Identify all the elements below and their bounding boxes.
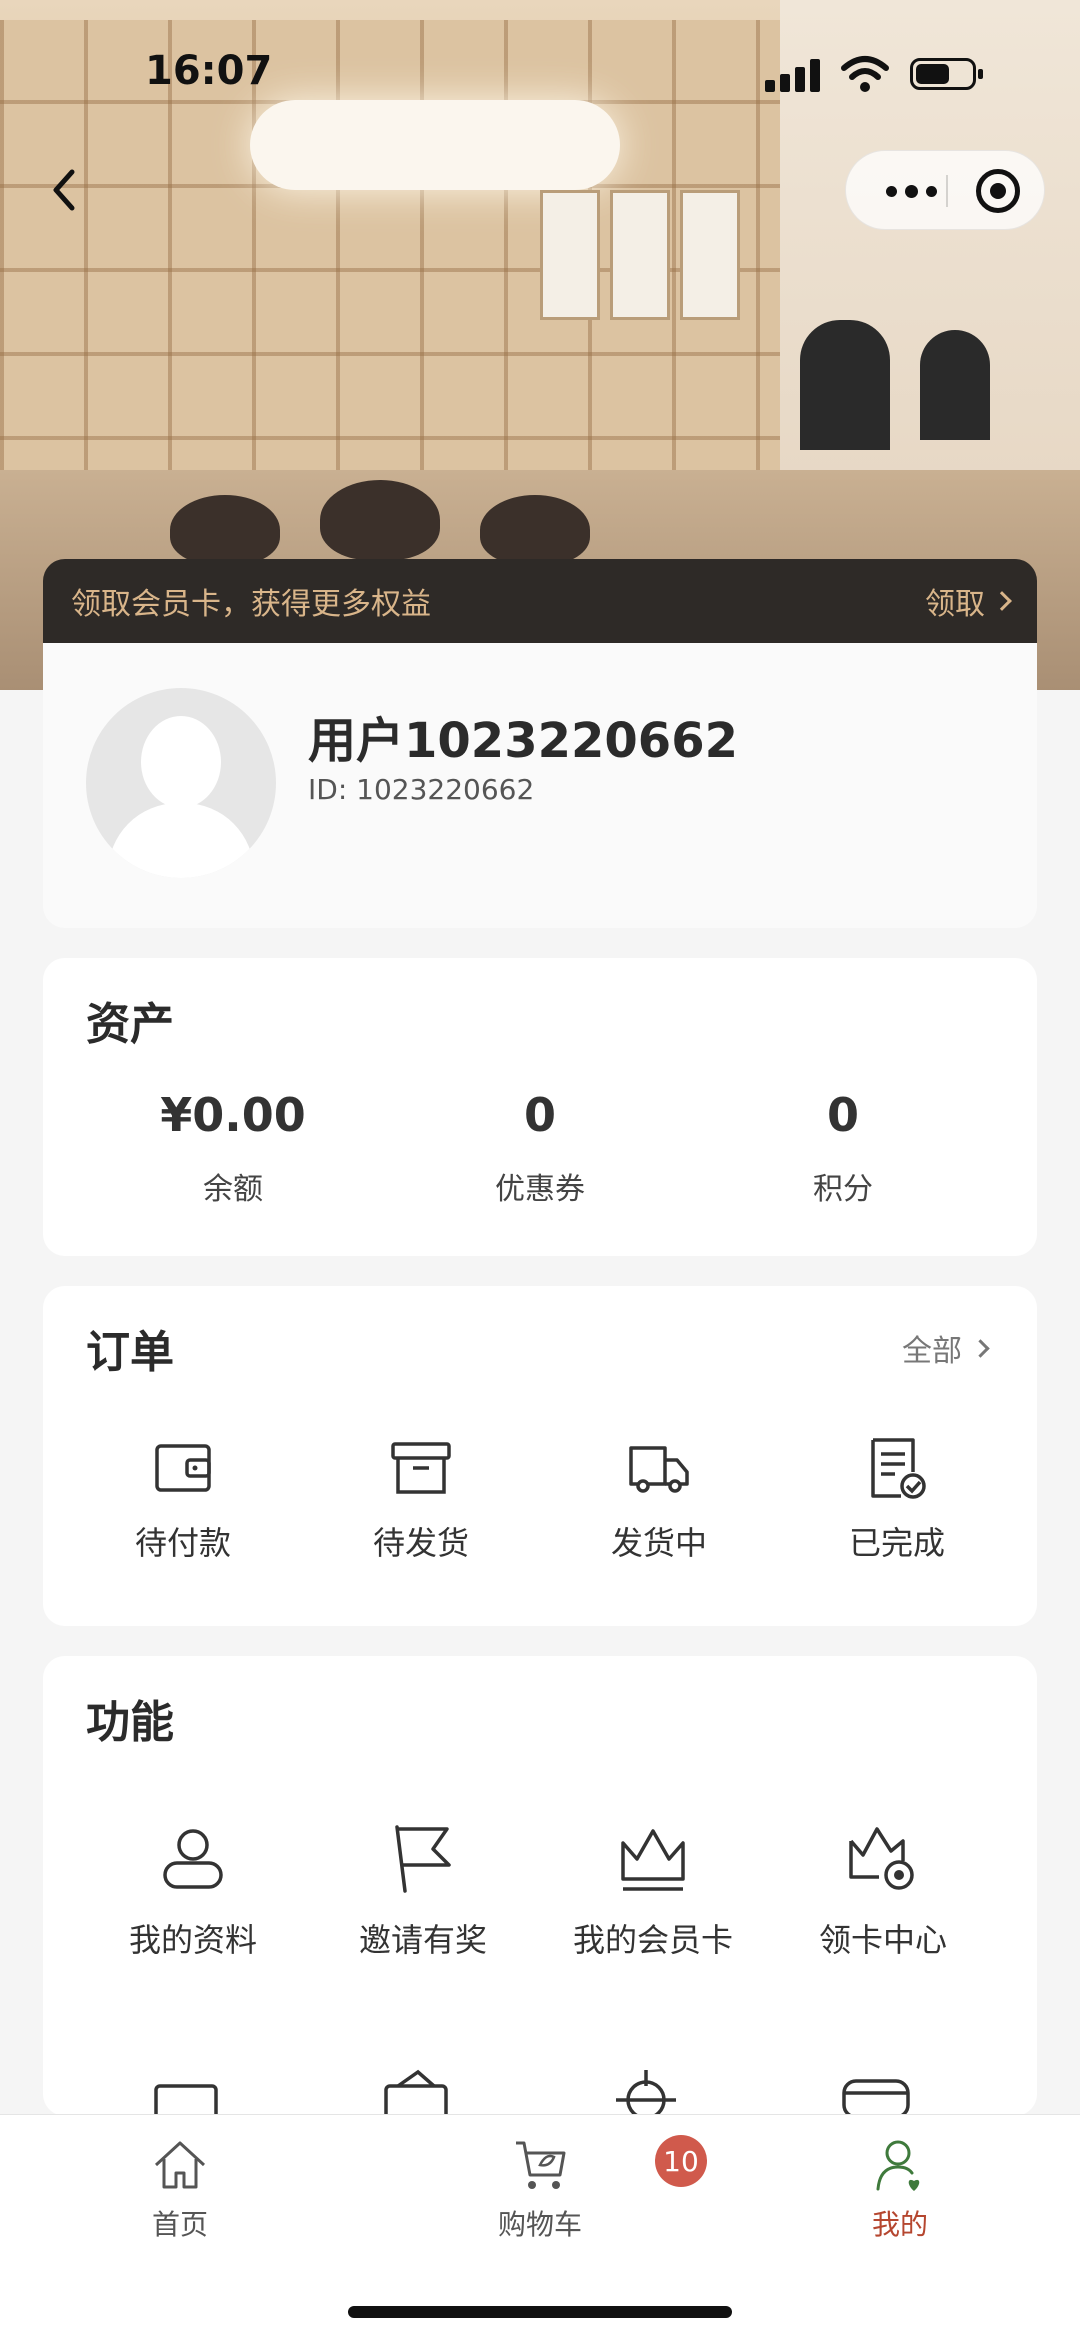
orders-title: 订单	[86, 1327, 174, 1378]
crown-icon	[621, 1829, 685, 1891]
member-banner-text: 领取会员卡，获得更多权益	[71, 587, 431, 622]
chevron-right-icon	[971, 1338, 990, 1358]
asset-value: 0	[523, 1088, 556, 1142]
cart-count-badge: 10	[655, 2135, 707, 2187]
truck-icon	[629, 1446, 689, 1493]
receipt-check-icon	[871, 1438, 926, 1499]
order-pending-payment[interactable]: 待付款	[63, 1436, 303, 1564]
order-label: 已完成	[848, 1524, 945, 1562]
back-arrow-icon[interactable]	[40, 160, 90, 220]
feature-label: 我的会员卡	[572, 1921, 733, 1959]
feature-label: 邀请有奖	[358, 1921, 487, 1959]
close-target-icon[interactable]	[976, 169, 1020, 213]
order-completed[interactable]: 已完成	[777, 1436, 1017, 1564]
hero-teapot	[480, 495, 590, 565]
tab-home[interactable]: 首页	[60, 2135, 300, 2243]
order-label: 待付款	[134, 1524, 231, 1562]
asset-value: 0	[826, 1088, 859, 1142]
hero-lamp	[250, 100, 620, 190]
wifi-icon	[841, 56, 889, 92]
more-options-icon[interactable]	[876, 151, 946, 231]
feature-label: 我的资料	[128, 1921, 257, 1959]
wallet-icon	[155, 1444, 211, 1492]
feature-card-center[interactable]: 领卡中心	[763, 1821, 1003, 1961]
box-icon	[391, 1442, 451, 1494]
tab-label: 我的	[871, 2208, 928, 2241]
ticket-icon[interactable]	[148, 2076, 224, 2116]
user-icon	[876, 2140, 920, 2191]
profile-card: 用户1023220662 ID: 1023220662	[43, 643, 1037, 928]
feature-label: 领卡中心	[818, 1921, 947, 1959]
tab-cart[interactable]: 购物车	[420, 2135, 660, 2243]
features-title: 功能	[86, 1697, 174, 1748]
home-indicator	[348, 2306, 732, 2318]
status-bar: 16:07	[0, 40, 1080, 110]
cellular-signal-icon	[765, 58, 821, 92]
order-label: 发货中	[610, 1524, 707, 1562]
feature-my-member-card[interactable]: 我的会员卡	[533, 1821, 773, 1961]
view-all-label: 全部	[902, 1334, 962, 1369]
hero-menu-board	[680, 190, 740, 320]
hero-person	[920, 330, 990, 440]
hero-menu-board	[610, 190, 670, 320]
home-icon	[154, 2141, 206, 2189]
flag-icon	[395, 1825, 451, 1893]
features-card: 功能 我的资料 邀请有奖 我的会员卡 领卡中心	[43, 1656, 1037, 2116]
asset-label: 积分	[813, 1172, 873, 1207]
user-profile-icon	[163, 1829, 223, 1889]
username: 用户1023220662	[308, 713, 738, 769]
asset-balance[interactable]: ¥0.00 余额	[83, 1088, 383, 1208]
user-id: ID: 1023220662	[308, 773, 535, 806]
status-time: 16:07	[145, 48, 273, 94]
member-card-banner[interactable]: 领取会员卡，获得更多权益 领取	[43, 559, 1037, 643]
crown-target-icon	[849, 1827, 914, 1890]
tab-label: 首页	[151, 2208, 208, 2241]
coupon-wallet-icon[interactable]	[378, 2066, 454, 2116]
order-shipping[interactable]: 发货中	[539, 1436, 779, 1564]
location-target-icon[interactable]	[608, 2066, 684, 2116]
asset-coupons[interactable]: 0 优惠券	[390, 1088, 690, 1208]
tab-me[interactable]: 我的	[780, 2135, 1020, 2243]
hero-person	[800, 320, 890, 450]
assets-card: 资产 ¥0.00 余额 0 优惠券 0 积分	[43, 958, 1037, 1256]
member-banner-claim-button[interactable]: 领取	[925, 579, 1012, 623]
order-label: 待发货	[372, 1524, 469, 1562]
asset-label: 余额	[203, 1172, 263, 1207]
mini-program-capsule	[845, 150, 1045, 230]
chevron-right-icon	[992, 591, 1012, 611]
asset-value: ¥0.00	[160, 1088, 306, 1142]
asset-label: 优惠券	[495, 1172, 585, 1207]
claim-label: 领取	[925, 587, 985, 622]
hero-teapot	[170, 495, 280, 565]
hero-teapot	[320, 480, 440, 560]
battery-icon	[910, 58, 983, 90]
feature-my-profile[interactable]: 我的资料	[73, 1821, 313, 1961]
assets-title: 资产	[86, 999, 174, 1050]
view-all-orders-link[interactable]: 全部	[902, 1326, 990, 1370]
order-pending-shipment[interactable]: 待发货	[301, 1436, 541, 1564]
tab-label: 购物车	[497, 2208, 582, 2241]
feature-invite-reward[interactable]: 邀请有奖	[303, 1821, 543, 1961]
orders-card: 订单 全部 待付款 待发货 发货中 已完成	[43, 1286, 1037, 1626]
avatar[interactable]	[86, 688, 276, 878]
vr-glasses-icon[interactable]	[838, 2071, 914, 2116]
asset-points[interactable]: 0 积分	[693, 1088, 993, 1208]
cart-icon	[516, 2141, 566, 2189]
hero-menu-board	[540, 190, 600, 320]
